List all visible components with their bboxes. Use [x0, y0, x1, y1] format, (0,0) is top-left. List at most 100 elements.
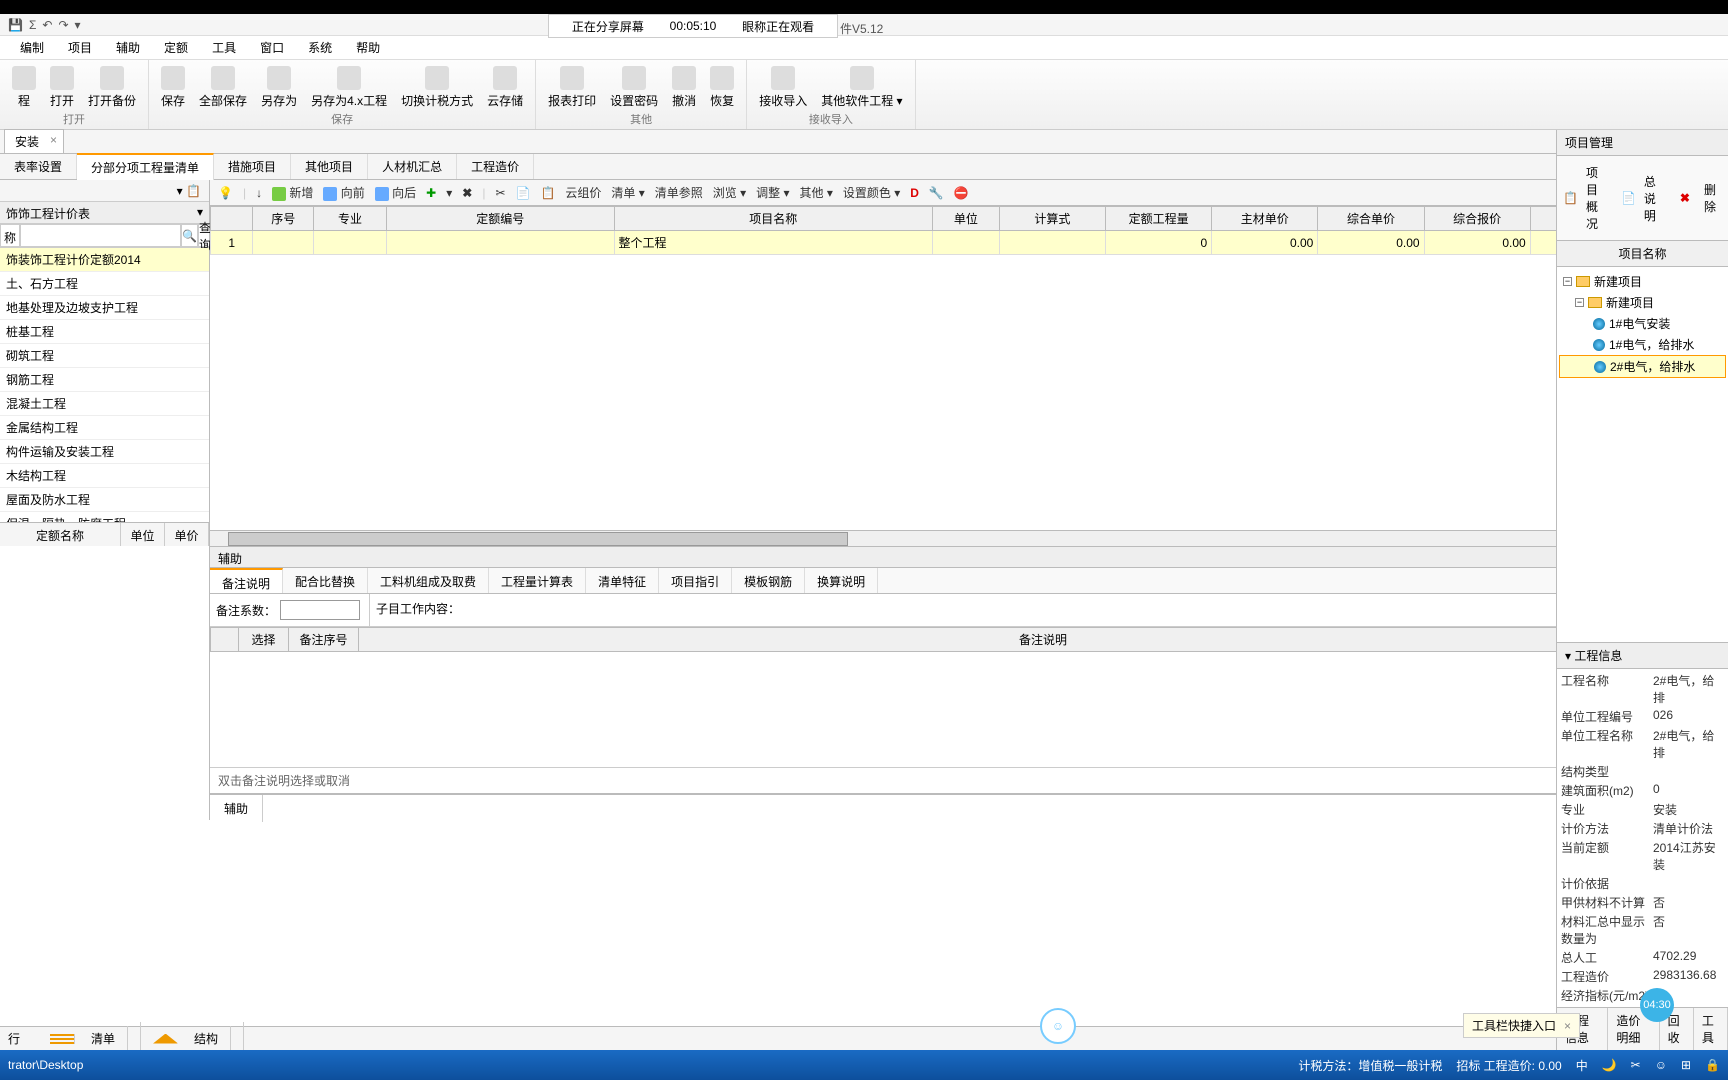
ribbon-open-button[interactable]: 打开: [46, 64, 78, 111]
menu-system[interactable]: 系统: [308, 39, 332, 56]
qat-save-icon[interactable]: 💾: [8, 18, 23, 32]
aux-tab-conversion[interactable]: 换算说明: [805, 568, 878, 593]
collapse-icon[interactable]: −: [1563, 277, 1572, 286]
bulb-icon[interactable]: 💡: [218, 186, 233, 200]
rp-tab-summary[interactable]: 📄 总说明: [1615, 156, 1668, 240]
toolbar-add-icon[interactable]: ✚: [426, 186, 436, 200]
toolbar-d-button[interactable]: D: [910, 186, 919, 200]
toolbar-browse[interactable]: 浏览 ▾: [713, 184, 746, 201]
project-tree-node[interactable]: −新建项目: [1559, 271, 1726, 292]
tree-node[interactable]: 保温、隔热、防腐工程: [0, 512, 209, 522]
toolbar-set-color[interactable]: 设置颜色 ▾: [843, 184, 900, 201]
tree-node[interactable]: 钢筋工程: [0, 368, 209, 392]
cell-qty[interactable]: 0: [1105, 231, 1211, 255]
scrollbar-thumb[interactable]: [228, 532, 848, 546]
ribbon-save-all-button[interactable]: 全部保存: [195, 64, 251, 111]
cell-unitprice[interactable]: 0.00: [1318, 231, 1424, 255]
expand-icon[interactable]: 📋: [186, 184, 201, 198]
menu-window[interactable]: 窗口: [260, 39, 284, 56]
toolbar-stop-icon[interactable]: ⛔: [954, 186, 969, 200]
toolbar-adjust[interactable]: 调整 ▾: [756, 184, 789, 201]
tray-grid-icon[interactable]: ⊞: [1681, 1058, 1691, 1072]
project-tree-node[interactable]: −新建项目: [1559, 292, 1726, 313]
menu-tool[interactable]: 工具: [212, 39, 236, 56]
menu-quota[interactable]: 定额: [164, 39, 188, 56]
remark-coef-input[interactable]: [280, 600, 360, 620]
tray-lock-icon[interactable]: 🔒: [1705, 1058, 1720, 1072]
tree-node[interactable]: 构件运输及安装工程: [0, 440, 209, 464]
ribbon-save-button[interactable]: 保存: [157, 64, 189, 111]
rp-btab-tool[interactable]: 工具: [1694, 1008, 1728, 1050]
tray-scissors-icon[interactable]: ✂: [1631, 1058, 1641, 1072]
cell-matprice[interactable]: 0.00: [1212, 231, 1318, 255]
qat-undo-icon[interactable]: ↶: [42, 18, 52, 32]
close-icon[interactable]: ×: [50, 133, 57, 147]
ribbon-save-as-button[interactable]: 另存为: [257, 64, 301, 111]
tab-project-cost[interactable]: 工程造价: [457, 154, 534, 179]
collapse-icon[interactable]: −: [1575, 298, 1584, 307]
ribbon-redo-button[interactable]: 恢复: [706, 64, 738, 111]
ribbon-open-backup-button[interactable]: 打开备份: [84, 64, 140, 111]
toolbar-arrow-icon[interactable]: ↓: [256, 186, 262, 200]
cut-icon[interactable]: ✂: [495, 186, 505, 200]
tab-rate-setting[interactable]: 表率设置: [0, 154, 77, 179]
tray-face-icon[interactable]: ☺: [1655, 1058, 1667, 1072]
toolbar-list[interactable]: 清单 ▾: [611, 184, 644, 201]
toolbar-dropdown-icon[interactable]: ▾: [446, 186, 452, 200]
tree-node[interactable]: 土、石方工程: [0, 272, 209, 296]
tooltip-close-icon[interactable]: ×: [1564, 1019, 1571, 1033]
ribbon-import-button[interactable]: 接收导入: [755, 64, 811, 111]
qat-dropdown-icon[interactable]: ▾: [75, 18, 81, 32]
float-clock[interactable]: 04:30: [1640, 988, 1674, 1022]
tray-ime-icon[interactable]: 中: [1576, 1057, 1588, 1074]
ribbon-undo-button[interactable]: 撤消: [668, 64, 700, 111]
aux-grid[interactable]: 选择 备注序号 备注说明: [210, 627, 1728, 767]
ribbon-new-button[interactable]: 程: [8, 64, 40, 111]
doc-tab-install[interactable]: 安装 ×: [4, 129, 64, 153]
menu-project[interactable]: 项目: [68, 39, 92, 56]
tree-node[interactable]: 桩基工程: [0, 320, 209, 344]
cell-quote[interactable]: 0.00: [1424, 231, 1530, 255]
search-icon-button[interactable]: 🔍: [181, 224, 198, 247]
toolbar-new[interactable]: 新增: [272, 184, 313, 201]
table-row[interactable]: 1 整个工程 0 0.00 0.00 0.00 0.00 0.00: [211, 231, 1728, 255]
rp-tab-overview[interactable]: 📋 项目概况: [1557, 156, 1615, 240]
qat-redo-icon[interactable]: ↷: [58, 18, 68, 32]
ribbon-password-button[interactable]: 设置密码: [606, 64, 662, 111]
tree-node[interactable]: 混凝土工程: [0, 392, 209, 416]
project-tree-node[interactable]: 1#电气，给排水: [1559, 334, 1726, 355]
menu-help[interactable]: 帮助: [356, 39, 380, 56]
qat-sum-icon[interactable]: Σ: [29, 18, 36, 32]
toolbar-other[interactable]: 其他 ▾: [800, 184, 833, 201]
search-input[interactable]: [20, 224, 181, 247]
tab-resource-summary[interactable]: 人材机汇总: [368, 154, 457, 179]
aux-footer-tab-assist[interactable]: 辅助: [210, 795, 263, 822]
tree-node[interactable]: 屋面及防水工程: [0, 488, 209, 512]
dropdown-icon[interactable]: ▾: [177, 184, 183, 198]
aux-tab-mix-replace[interactable]: 配合比替换: [283, 568, 368, 593]
paste-icon[interactable]: 📋: [540, 186, 555, 200]
tab-other-item[interactable]: 其他项目: [291, 154, 368, 179]
project-tree-node-selected[interactable]: 2#电气，给排水: [1559, 355, 1726, 378]
toolbar-extra-icon[interactable]: 🔧: [929, 186, 944, 200]
toolbar-delete-icon[interactable]: ✖: [462, 186, 472, 200]
toolbar-cloud-group[interactable]: 云组价: [565, 184, 601, 201]
horizontal-scrollbar[interactable]: [210, 530, 1728, 546]
support-bubble-icon[interactable]: ☺: [1040, 1008, 1076, 1044]
cell-item-name[interactable]: 整个工程: [614, 231, 933, 255]
aux-tab-list-feature[interactable]: 清单特征: [586, 568, 659, 593]
tab-measure-item[interactable]: 措施项目: [214, 154, 291, 179]
tree-node[interactable]: 砌筑工程: [0, 344, 209, 368]
menu-edit[interactable]: 编制: [20, 39, 44, 56]
tree-node[interactable]: 地基处理及边坡支护工程: [0, 296, 209, 320]
tree-node[interactable]: 饰装饰工程计价定额2014: [0, 248, 209, 272]
toolbar-prev[interactable]: 向前: [323, 184, 364, 201]
ribbon-cloud-save-button[interactable]: 云存储: [483, 64, 527, 111]
toolbar-list-ref[interactable]: 清单参照: [655, 184, 703, 201]
ribbon-save-as-4x-button[interactable]: 另存为4.x工程: [307, 64, 391, 111]
aux-tab-qty-calc[interactable]: 工程量计算表: [489, 568, 586, 593]
main-grid[interactable]: 序号 专业 定额编号 项目名称 单位 计算式 定额工程量 主材单价 综合单价 综…: [210, 206, 1728, 530]
rp-tab-delete[interactable]: ✖ 删除: [1668, 156, 1728, 240]
aux-tab-template-rebar[interactable]: 模板钢筋: [732, 568, 805, 593]
tray-moon-icon[interactable]: 🌙: [1602, 1058, 1617, 1072]
